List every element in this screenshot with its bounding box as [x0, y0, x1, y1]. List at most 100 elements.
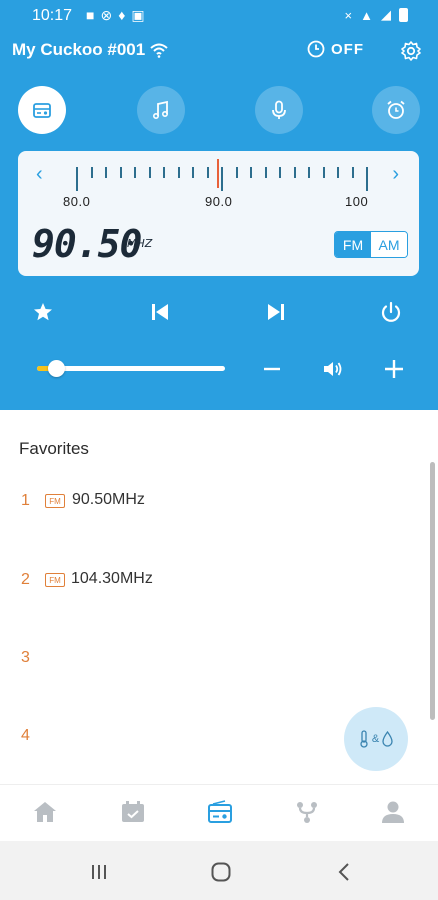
mode-tab-microphone[interactable] — [255, 86, 303, 134]
radio-icon — [208, 800, 232, 823]
scale-tick — [221, 167, 223, 191]
favorite-number: 4 — [21, 727, 30, 744]
scale-tick — [308, 167, 310, 178]
skip-previous-icon — [152, 304, 168, 320]
nav-connect[interactable] — [292, 797, 322, 827]
power-button[interactable] — [376, 297, 406, 327]
scale-label-high: 100 — [345, 194, 369, 209]
radio-icon — [33, 103, 51, 118]
scrollbar[interactable] — [430, 462, 435, 720]
favorite-frequency: 90.50MHz — [72, 491, 145, 508]
scale-tick — [264, 167, 267, 178]
floating-action-button[interactable]: & — [344, 707, 408, 771]
scale-tick — [148, 167, 151, 178]
connect-icon — [297, 802, 317, 823]
star-icon — [34, 303, 52, 321]
scale-tick — [192, 167, 194, 178]
clock-icon — [307, 40, 325, 58]
nav-home[interactable] — [30, 797, 60, 827]
scale-tick — [134, 167, 136, 178]
thermometer-icon — [360, 730, 368, 748]
sleep-timer-button[interactable]: OFF — [307, 40, 364, 58]
minus-icon — [264, 367, 280, 371]
bag-icon: ■ — [86, 7, 95, 23]
nav-profile[interactable] — [378, 797, 408, 827]
scale-label-mid: 90.0 — [205, 194, 233, 209]
scale-tick — [351, 167, 354, 178]
scale-tick — [293, 167, 296, 178]
microphone-icon — [272, 100, 286, 119]
signal-icon: ◢ — [381, 7, 391, 22]
favorite-frequency: 104.30MHz — [71, 570, 153, 587]
scale-tick — [119, 167, 122, 178]
mode-tab-radio[interactable] — [18, 86, 66, 134]
home-button[interactable] — [208, 859, 234, 885]
scale-tick — [366, 167, 368, 191]
scale-tick — [279, 167, 281, 178]
calendar-icon — [122, 801, 144, 822]
battery-icon — [399, 8, 408, 22]
frequency-unit: MHZ — [127, 237, 153, 250]
scale-tick — [90, 167, 93, 178]
bottom-navigation — [0, 784, 438, 841]
tune-up-chevron-icon[interactable]: › — [392, 163, 399, 186]
x-circle-icon: ⊗ — [100, 7, 113, 23]
back-button[interactable] — [331, 859, 357, 885]
power-icon — [381, 301, 401, 322]
skip-next-icon — [268, 304, 284, 320]
recent-apps-icon — [92, 865, 106, 879]
fm-tag: FM — [45, 494, 65, 508]
tune-down-chevron-icon[interactable]: ‹ — [36, 163, 43, 186]
scale-tick — [206, 167, 209, 178]
volume-speaker-icon — [317, 353, 349, 385]
water-drop-icon — [382, 731, 393, 747]
scale-tick — [322, 167, 325, 178]
frequency-scale[interactable] — [76, 161, 368, 191]
mute-icon: × — [344, 7, 353, 23]
nav-radio[interactable] — [205, 797, 235, 827]
band-am-button[interactable]: AM — [371, 232, 407, 257]
favorite-star-button[interactable] — [28, 297, 58, 327]
scale-tick — [337, 167, 339, 178]
tuner-panel: ‹ › 80.0 90.0 100 90.50 MHZ FM AM — [18, 151, 419, 276]
volume-slider[interactable] — [37, 360, 225, 377]
image-icon: ▣ — [131, 7, 145, 23]
system-navigation-bar — [0, 841, 438, 900]
mode-tab-alarm[interactable] — [372, 86, 420, 134]
back-chevron-icon — [338, 863, 349, 881]
device-title[interactable]: My Cuckoo #001 — [12, 40, 169, 60]
tuning-needle — [217, 159, 219, 188]
scale-tick — [105, 167, 107, 178]
home-circle-icon — [211, 862, 231, 882]
scale-tick — [235, 167, 238, 178]
nav-schedule[interactable] — [118, 797, 148, 827]
recent-apps-button[interactable] — [86, 859, 112, 885]
previous-station-button[interactable] — [145, 297, 175, 327]
favorite-number: 1 — [21, 492, 30, 509]
band-fm-button[interactable]: FM — [335, 232, 371, 257]
mode-tab-music[interactable] — [137, 86, 185, 134]
scale-tick — [76, 167, 78, 191]
volume-down-button[interactable] — [256, 353, 288, 385]
home-icon — [34, 802, 56, 822]
band-toggle[interactable]: FM AM — [334, 231, 408, 258]
favorite-number: 2 — [21, 571, 30, 588]
scale-label-low: 80.0 — [63, 194, 91, 209]
scale-tick — [250, 167, 252, 178]
gear-icon[interactable] — [400, 40, 422, 62]
fab-label: & — [371, 733, 380, 745]
radio-control-panel: 10:17 ■ ⊗ ♦ ▣ × ▲ ◢ My Cuckoo #001 OFF ‹… — [0, 0, 438, 410]
volume-knob[interactable] — [47, 360, 65, 377]
volume-up-button[interactable] — [378, 353, 410, 385]
favorite-row[interactable]: 3 — [0, 641, 430, 681]
alarm-clock-icon — [387, 100, 405, 119]
scale-tick — [177, 167, 180, 178]
favorite-row[interactable]: 1 FM 90.50MHz — [0, 484, 430, 524]
bell-icon: ♦ — [118, 7, 126, 23]
favorite-row[interactable]: 2 FM 104.30MHz — [0, 563, 430, 603]
next-station-button[interactable] — [261, 297, 291, 327]
music-note-icon — [152, 100, 169, 120]
favorites-heading: Favorites — [19, 439, 89, 458]
favorite-number: 3 — [21, 649, 30, 666]
scale-tick — [163, 167, 165, 178]
